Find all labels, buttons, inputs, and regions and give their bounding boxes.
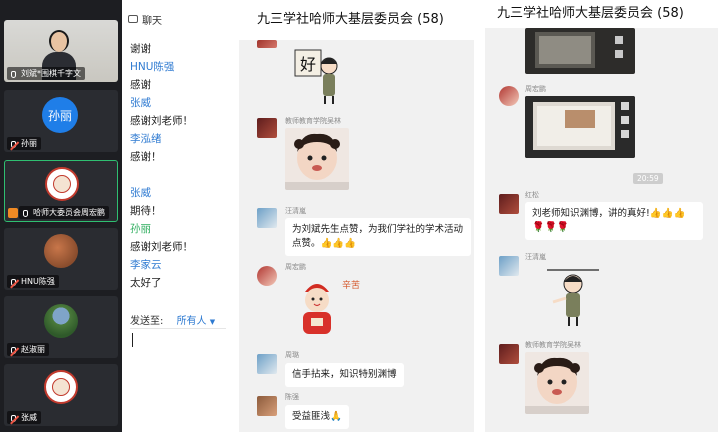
sender-name: 教师教育学院吴林 — [525, 341, 581, 349]
sticker-text: 好 — [300, 55, 316, 74]
avatar[interactable] — [257, 40, 277, 48]
participant-tile[interactable]: 刘斌*围棋千字文 — [4, 20, 118, 82]
chat-message: 期待！ — [130, 205, 162, 217]
message-text: 受益匪浅 — [292, 411, 331, 422]
avatar — [44, 304, 78, 338]
sticker[interactable]: 好 — [287, 46, 347, 106]
sender-name: 汪清嵐 — [525, 253, 546, 261]
chat-message: 感谢！ — [130, 151, 162, 163]
chat-panel: 聊天 谢谢 HNU陈强 感谢 张威 感谢刘老师！ 李泓绪 感谢！ 张威 期待！ … — [124, 0, 226, 432]
chat-sender: 张威 — [130, 187, 151, 199]
mic-muted-icon — [11, 279, 16, 286]
mic-icon — [23, 210, 28, 217]
message-text: 信手拈来，知识特别渊博 — [292, 369, 397, 380]
avatar[interactable] — [499, 86, 519, 106]
avatar — [44, 234, 78, 268]
text-message[interactable]: 受益匪浅🙏 — [285, 405, 349, 429]
chat-message: 感谢刘老师！ — [130, 115, 193, 127]
avatar — [45, 167, 79, 201]
sticker[interactable] — [543, 262, 603, 328]
divider — [130, 328, 226, 329]
image-message[interactable] — [285, 128, 349, 190]
avatar: 孙丽 — [42, 97, 78, 133]
meeting-window: 刘斌*围棋千字文 孙丽 孙丽 哈师大委员会周宏鹏 HNU陈强 赵淑丽 张威 聊天… — [0, 0, 226, 432]
timestamp: 20:59 — [633, 173, 663, 184]
message-text: 刘老师知识渊博，讲的真好! — [532, 208, 650, 219]
sender-name: 周宏鹏 — [285, 263, 306, 271]
participant-tile-active[interactable]: 哈师大委员会周宏鹏 — [4, 160, 118, 222]
sender-name: 陈强 — [285, 393, 299, 401]
avatar[interactable] — [499, 344, 519, 364]
avatar[interactable] — [499, 256, 519, 276]
thumbs-up-icon: 👍👍👍 — [649, 208, 686, 219]
send-to-label: 发送至: — [130, 316, 164, 327]
chat-sender: HNU陈强 — [130, 61, 175, 73]
message-text: 为刘斌先生点赞，为我们学社的学术活动点赞。 — [292, 224, 464, 249]
avatar[interactable] — [257, 354, 277, 374]
chat-icon — [128, 15, 138, 23]
sender-name: 周宏鹏 — [525, 85, 546, 93]
sticker[interactable]: 辛苦 — [291, 274, 369, 338]
rose-icon: 🌹🌹🌹 — [532, 222, 570, 233]
participant-gallery: 刘斌*围棋千字文 孙丽 孙丽 哈师大委员会周宏鹏 HNU陈强 赵淑丽 张威 — [0, 0, 122, 432]
chat-sender: 孙丽 — [130, 223, 151, 235]
text-message[interactable]: 刘老师知识渊博，讲的真好!👍👍👍 🌹🌹🌹 — [525, 202, 703, 240]
participant-tile[interactable]: HNU陈强 — [4, 228, 118, 290]
wechat-group-window: 九三学社哈师大基层委员会 (58) 周宏鹏 20:59 红松 刘老师知识渊博，讲… — [485, 0, 718, 432]
text-message[interactable]: 信手拈来，知识特别渊博 — [285, 363, 404, 387]
group-title: 九三学社哈师大基层委员会 (58) — [485, 0, 718, 28]
chat-sender: 李家云 — [130, 259, 162, 271]
mic-muted-icon — [11, 347, 16, 354]
sticker-text: 辛苦 — [342, 279, 360, 291]
recipient-select[interactable]: 所有人 — [177, 316, 207, 327]
send-to-row: 发送至: 所有人 ▼ — [130, 312, 215, 327]
mic-muted-icon — [11, 415, 16, 422]
avatar[interactable] — [257, 118, 277, 138]
host-icon — [8, 208, 18, 218]
avatar[interactable] — [257, 208, 277, 228]
participant-name: 刘斌*围棋千字文 — [7, 67, 85, 80]
chat-header: 聊天 — [124, 10, 162, 28]
sender-name: 红松 — [525, 191, 539, 199]
avatar[interactable] — [257, 266, 277, 286]
chat-title: 聊天 — [142, 15, 162, 27]
chat-message: 感谢 — [130, 79, 151, 91]
participant-tile[interactable]: 赵淑丽 — [4, 296, 118, 358]
pray-icon: 🙏 — [330, 411, 342, 422]
mic-muted-icon — [11, 141, 16, 148]
avatar[interactable] — [257, 396, 277, 416]
chat-sender: 张威 — [130, 97, 151, 109]
wechat-group-window: 九三学社哈师大基层委员会 (58) 好 教师教育学院吴林 汪清嵐 为刘斌先生点赞… — [239, 0, 474, 432]
avatar — [44, 370, 78, 404]
avatar[interactable] — [499, 194, 519, 214]
chat-input[interactable] — [132, 333, 133, 347]
participant-tile[interactable]: 孙丽 孙丽 — [4, 90, 118, 152]
chat-sender: 李泓绪 — [130, 133, 162, 145]
chat-message: 感谢刘老师！ — [130, 241, 193, 253]
mic-icon — [11, 71, 16, 78]
participant-name: 哈师大委员会周宏鹏 — [19, 206, 109, 219]
group-title: 九三学社哈师大基层委员会 (58) — [239, 0, 474, 40]
sender-name: 教师教育学院吴林 — [285, 117, 341, 125]
image-message[interactable] — [525, 96, 635, 158]
image-message[interactable] — [525, 28, 635, 74]
chat-message: 太好了 — [130, 277, 162, 289]
screenshot-collage: 刘斌*围棋千字文 孙丽 孙丽 哈师大委员会周宏鹏 HNU陈强 赵淑丽 张威 聊天… — [0, 0, 718, 432]
chevron-down-icon[interactable]: ▼ — [210, 318, 215, 326]
sender-name: 周璐 — [285, 351, 299, 359]
text-message[interactable]: 为刘斌先生点赞，为我们学社的学术活动点赞。👍👍👍 — [285, 218, 471, 256]
sender-name: 汪清嵐 — [285, 207, 306, 215]
participant-tile[interactable]: 张威 — [4, 364, 118, 426]
thumbs-up-icon: 👍👍👍 — [320, 238, 357, 249]
image-message[interactable] — [525, 352, 589, 414]
chat-message: 谢谢 — [130, 43, 151, 55]
